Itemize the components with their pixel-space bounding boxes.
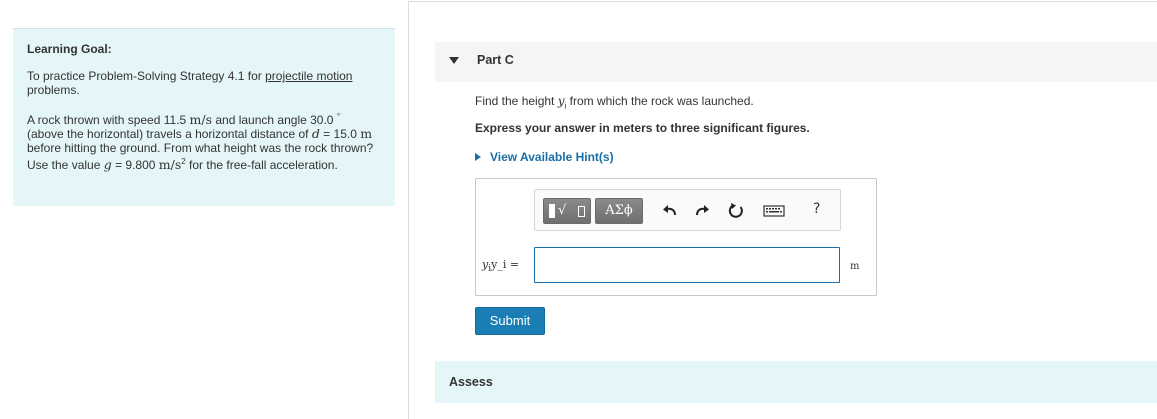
projectile-motion-link[interactable]: projectile motion [265, 69, 352, 83]
view-hints-link[interactable]: View Available Hint(s) [475, 150, 614, 164]
problem-text-1: A rock thrown with speed 11.5 [27, 113, 190, 127]
problem-statement: A rock thrown with speed 11.5 m/s and la… [27, 110, 381, 172]
problem-text-2: and launch angle 30.0 [212, 113, 337, 127]
question-suffix: from which the rock was launched. [566, 94, 754, 108]
part-header[interactable]: Part C [435, 42, 1157, 82]
part-title: Part C [477, 53, 514, 67]
answer-panel: √ ΑΣϕ ? yiy_i = m [475, 178, 877, 296]
problem-text-7: for the free-fall acceleration. [185, 158, 338, 172]
submit-button[interactable]: Submit [475, 307, 545, 335]
math-toolbar: √ ΑΣϕ ? [534, 189, 841, 231]
answer-instruction: Express your answer in meters to three s… [475, 121, 810, 135]
assess-label: Assess [449, 375, 493, 389]
answer-unit: m [850, 261, 860, 272]
hint-expand-icon [475, 153, 481, 161]
learning-goal-title: Learning Goal: [27, 42, 112, 56]
template-block-icon [549, 204, 555, 218]
speed-unit: m/s [189, 112, 213, 127]
gravity-variable: g [103, 157, 112, 172]
reset-icon[interactable] [727, 202, 745, 220]
distance-unit: m [360, 126, 373, 141]
gravity-unit: m/s [158, 157, 182, 172]
hint-label: View Available Hint(s) [490, 150, 614, 164]
template-box-icon [578, 206, 585, 217]
assess-bar[interactable]: Assess [435, 361, 1157, 403]
question-text: Find the height yi from which the rock w… [475, 94, 754, 110]
answer-variable-label: yiy_i = [482, 258, 519, 274]
radical-icon: √ [558, 203, 567, 218]
question-prefix: Find the height [475, 94, 558, 108]
greek-symbols-button[interactable]: ΑΣϕ [595, 198, 643, 224]
undo-icon[interactable] [661, 202, 679, 220]
problem-text-4: = 15.0 [319, 127, 361, 141]
templates-button[interactable]: √ [543, 198, 591, 224]
column-divider [408, 2, 409, 419]
keyboard-icon[interactable] [763, 202, 785, 220]
label-text: y_i = [491, 258, 520, 271]
help-button[interactable]: ? [813, 201, 820, 217]
problem-text-6: = 9.800 [111, 158, 159, 172]
redo-icon[interactable] [693, 202, 711, 220]
height-variable: y [557, 94, 565, 108]
top-rule [408, 1, 1157, 2]
goal-suffix: problems. [27, 83, 80, 97]
answer-input[interactable] [534, 247, 840, 283]
learning-goal-panel: Learning Goal: To practice Problem-Solvi… [13, 29, 395, 206]
distance-variable: d [311, 126, 320, 141]
collapse-caret-icon[interactable] [449, 57, 459, 64]
degree-symbol: ° [336, 112, 341, 121]
problem-text-3: (above the horizontal) travels a horizon… [27, 127, 312, 141]
goal-prefix: To practice Problem-Solving Strategy 4.1… [27, 69, 266, 83]
learning-goal-text: To practice Problem-Solving Strategy 4.1… [27, 69, 381, 97]
